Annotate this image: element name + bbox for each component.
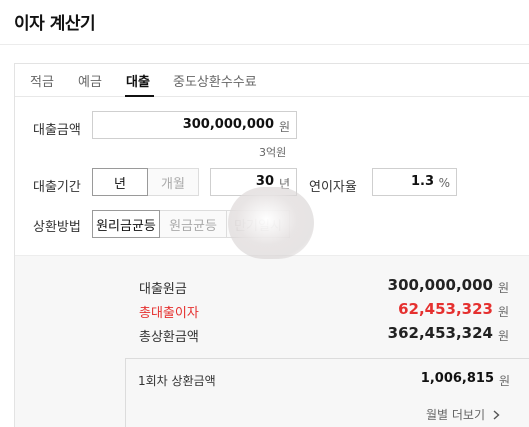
monthly-more-link[interactable]: 월별 더보기: [426, 406, 500, 423]
tab-prepayment-fee[interactable]: 중도상환수수료: [173, 71, 257, 90]
interest-value: 62,453,323: [398, 300, 493, 318]
period-unit-month[interactable]: 개월: [147, 168, 199, 196]
rate-label: 연이자율: [309, 180, 357, 195]
interest-unit: 원: [498, 305, 510, 319]
method-equal-payment[interactable]: 원리금균등: [92, 210, 160, 238]
interest-label: 총대출이자: [139, 306, 199, 321]
tab-loan[interactable]: 대출: [126, 71, 150, 90]
method-equal-principal[interactable]: 원금균등: [159, 210, 227, 238]
first-payment-unit: 원: [499, 374, 511, 388]
chevron-right-icon: [493, 409, 500, 423]
tab-deposit[interactable]: 예금: [78, 71, 102, 90]
period-input[interactable]: 30 년: [210, 168, 297, 196]
period-label: 대출기간: [33, 180, 81, 195]
rate-input[interactable]: 1.3 %: [372, 168, 457, 196]
total-value: 362,453,324: [387, 324, 493, 342]
calculator-card: 적금 예금 대출 중도상환수수료 대출금액 300,000,000 원 3억원 …: [14, 63, 529, 427]
tab-active-indicator: [125, 95, 154, 97]
first-payment-label: 1회차 상환금액: [138, 374, 216, 388]
rate-value: 1.3: [410, 174, 434, 189]
rate-unit: %: [438, 176, 450, 190]
total-label: 총상환금액: [139, 330, 199, 345]
method-label: 상환방법: [33, 220, 81, 235]
amount-value: 300,000,000: [182, 117, 274, 132]
period-unit: 년: [278, 177, 290, 191]
tab-savings[interactable]: 적금: [30, 71, 54, 90]
results-panel: 대출원금 300,000,000 원 총대출이자 62,453,323 원 총상…: [15, 255, 529, 427]
amount-hint: 3억원: [259, 146, 287, 159]
principal-unit: 원: [498, 281, 510, 295]
tab-bar: 적금 예금 대출 중도상환수수료: [15, 64, 529, 97]
amount-input[interactable]: 300,000,000 원: [92, 111, 297, 139]
amount-label: 대출금액: [33, 123, 81, 138]
principal-value: 300,000,000: [387, 276, 493, 294]
first-payment-value: 1,006,815: [420, 371, 494, 386]
monthly-more-label: 월별 더보기: [426, 408, 486, 422]
principal-label: 대출원금: [139, 282, 187, 297]
total-unit: 원: [498, 329, 510, 343]
first-payment-box: 1회차 상환금액 1,006,815 원 월별 더보기: [125, 358, 529, 427]
period-value: 30: [255, 174, 274, 189]
title-divider: [0, 44, 529, 45]
page-title: 이자 계산기: [14, 14, 96, 34]
amount-unit: 원: [278, 120, 290, 134]
period-unit-year[interactable]: 년: [92, 168, 148, 196]
method-bullet[interactable]: 만기일시: [226, 210, 290, 238]
